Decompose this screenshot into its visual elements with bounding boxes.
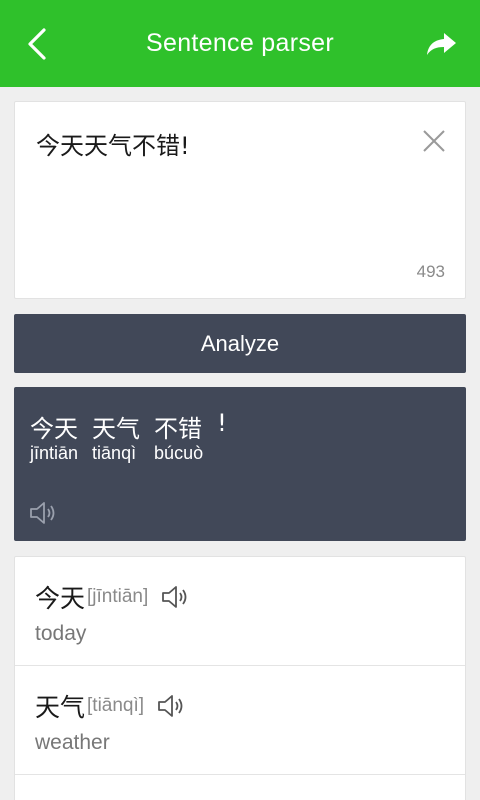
- segment-hanzi: 今天: [30, 415, 78, 443]
- chevron-left-icon[interactable]: [22, 26, 52, 62]
- word-hanzi: 今天: [35, 584, 86, 613]
- top-bar: Sentence parser: [0, 0, 480, 87]
- word-meaning: today: [35, 622, 87, 645]
- char-count: 493: [416, 262, 445, 281]
- segment[interactable]: !: [217, 409, 227, 464]
- sentence-input[interactable]: 今天天气不错!: [36, 126, 190, 161]
- speaker-icon[interactable]: [28, 500, 58, 526]
- word-pinyin: [tiānqì]: [87, 695, 145, 716]
- segment-hanzi: 天气: [92, 415, 141, 443]
- analyze-button[interactable]: Analyze: [14, 314, 466, 373]
- word-meaning: weather: [35, 731, 110, 754]
- segment-hanzi: 不错: [154, 415, 203, 443]
- segment-pinyin: búcuò: [154, 443, 204, 463]
- list-item[interactable]: 今天 [jīntiān] today: [15, 557, 465, 666]
- page-title: Sentence parser: [146, 29, 334, 57]
- list-item[interactable]: 天气 [tiānqì] weather: [15, 666, 465, 775]
- speaker-icon[interactable]: [160, 584, 190, 610]
- word-list: 今天 [jīntiān] today 天气 [tiānqì] weather: [14, 556, 466, 800]
- close-icon[interactable]: [421, 128, 447, 154]
- word-pinyin: [jīntiān]: [87, 586, 149, 607]
- segment-pinyin: jīntiān: [30, 443, 79, 463]
- speaker-icon[interactable]: [156, 693, 186, 719]
- segment[interactable]: 天气 tiānqì: [92, 409, 140, 464]
- word-head: 天气 [tiānqì]: [35, 688, 186, 724]
- parse-result-card: 今天 jīntiān 天气 tiānqì 不错 búcuò !: [14, 387, 466, 541]
- segment[interactable]: 不错 búcuò: [154, 409, 203, 464]
- word-head: 今天 [jīntiān]: [35, 579, 190, 615]
- segment-pinyin: tiānqì: [92, 443, 137, 463]
- segment-row: 今天 jīntiān 天气 tiānqì 不错 búcuò !: [30, 409, 241, 464]
- sentence-input-card[interactable]: 今天天气不错! 493: [14, 101, 466, 299]
- segment[interactable]: 今天 jīntiān: [30, 409, 78, 464]
- share-arrow-icon[interactable]: [424, 30, 458, 58]
- word-hanzi: 天气: [35, 693, 86, 722]
- segment-hanzi: !: [217, 409, 227, 437]
